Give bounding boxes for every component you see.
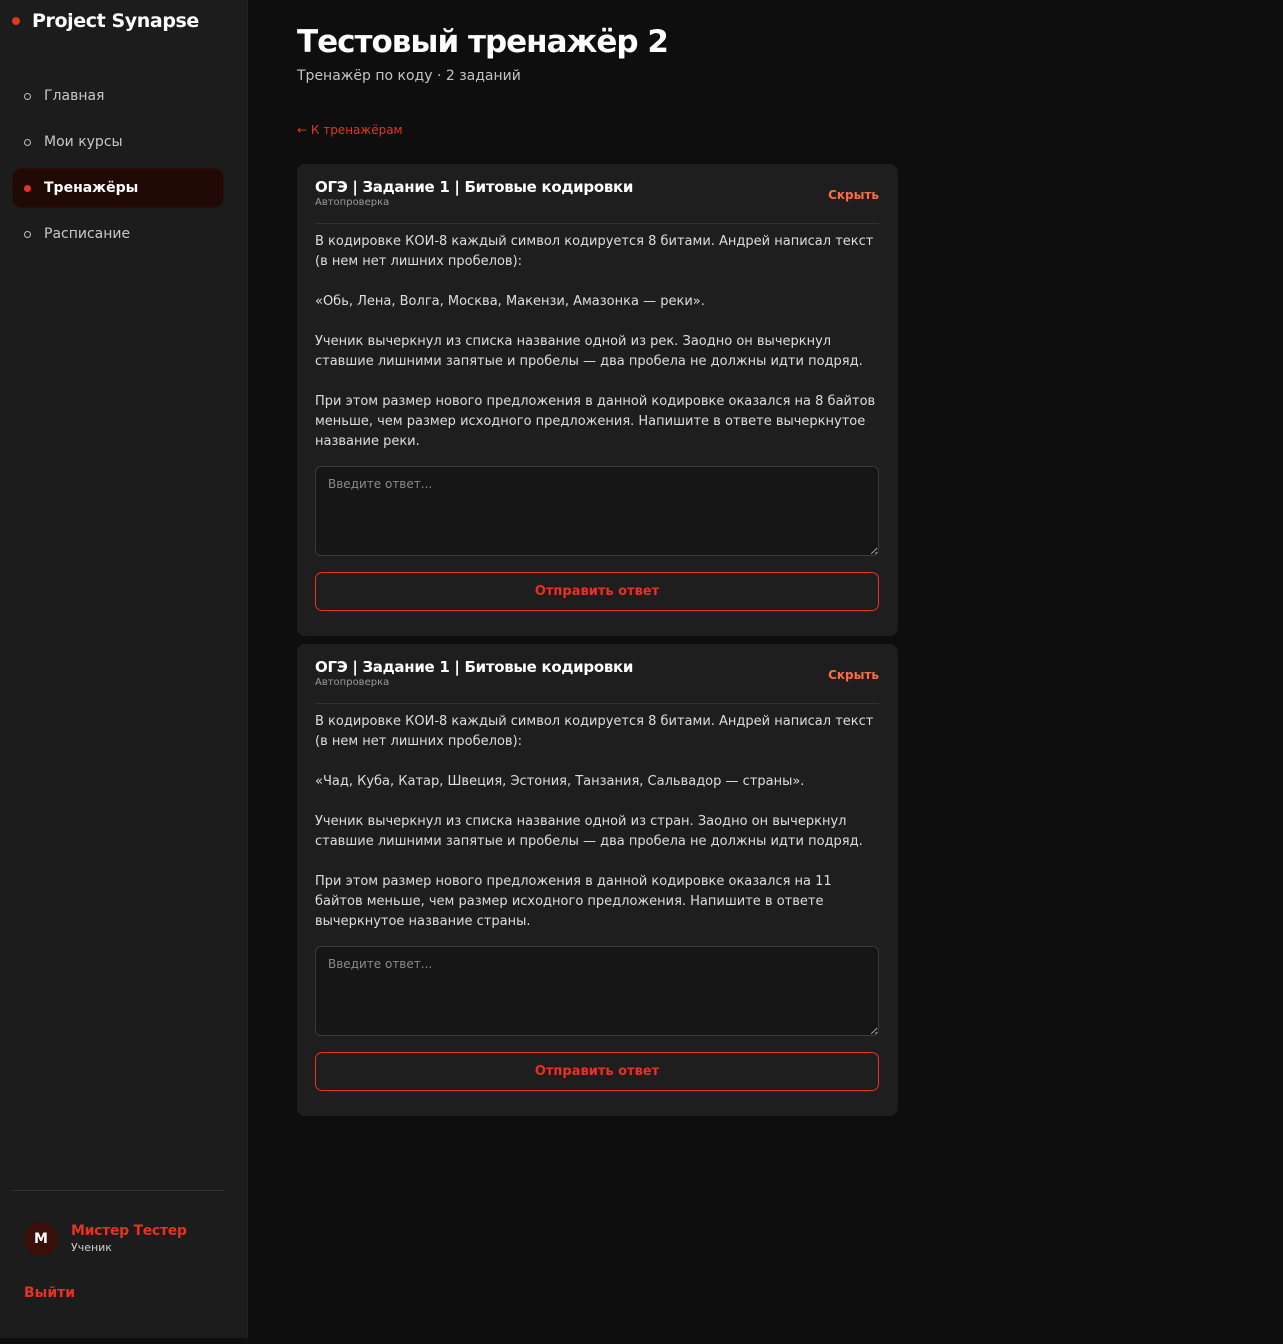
sidebar-item-my-courses[interactable]: Мои курсы: [12, 122, 224, 162]
main-content: Тестовый тренажёр 2 Тренажёр по коду · 2…: [297, 0, 898, 1116]
answer-input[interactable]: [315, 946, 879, 1036]
task-paragraph: При этом размер нового предложения в дан…: [315, 874, 832, 929]
sidebar-item-schedule[interactable]: Расписание: [12, 214, 224, 254]
task-text: В кодировке КОИ-8 каждый символ кодирует…: [315, 232, 879, 452]
bullet-icon: [24, 92, 31, 100]
user-role: Ученик: [71, 1241, 112, 1254]
page-subtitle: Тренажёр по коду · 2 заданий: [297, 68, 521, 84]
task-card: ОГЭ | Задание 1 | Битовые кодировки Авто…: [297, 164, 898, 636]
task-paragraph: Ученик вычеркнул из списка название одно…: [315, 814, 863, 849]
task-paragraph: Ученик вычеркнул из списка название одно…: [315, 334, 863, 369]
sidebar-divider: [12, 1190, 224, 1191]
hide-task-button[interactable]: Скрыть: [828, 188, 879, 202]
sidebar-item-label: Тренажёры: [44, 180, 139, 196]
task-card: ОГЭ | Задание 1 | Битовые кодировки Авто…: [297, 644, 898, 1116]
user-info: Мистер Тестер Ученик: [71, 1222, 187, 1256]
sidebar-item-label: Главная: [44, 88, 105, 104]
sidebar: Project Synapse Главная Мои курсы Тренаж…: [0, 0, 248, 1338]
task-heading: ОГЭ | Задание 1 | Битовые кодировки Авто…: [315, 658, 633, 690]
task-check-type: Автопроверка: [315, 197, 390, 208]
sidebar-item-home[interactable]: Главная: [12, 76, 224, 116]
task-paragraph: В кодировке КОИ-8 каждый символ кодирует…: [315, 234, 874, 269]
task-card-header: ОГЭ | Задание 1 | Битовые кодировки Авто…: [315, 658, 879, 690]
page-title: Тестовый тренажёр 2: [297, 24, 669, 60]
sidebar-item-label: Расписание: [44, 226, 131, 242]
task-paragraph: При этом размер нового предложения в дан…: [315, 394, 876, 449]
brand-dot-icon: [12, 17, 20, 25]
brand[interactable]: Project Synapse: [12, 10, 199, 32]
task-divider: [315, 223, 879, 224]
sidebar-item-label: Мои курсы: [44, 134, 123, 150]
task-card-header: ОГЭ | Задание 1 | Битовые кодировки Авто…: [315, 178, 879, 210]
task-title: ОГЭ | Задание 1 | Битовые кодировки: [315, 658, 634, 676]
brand-name: Project Synapse: [32, 10, 199, 32]
sidebar-nav: Главная Мои курсы Тренажёры Расписание: [12, 76, 224, 260]
task-paragraph: В кодировке КОИ-8 каждый символ кодирует…: [315, 714, 874, 749]
bullet-icon: [24, 230, 31, 238]
task-heading: ОГЭ | Задание 1 | Битовые кодировки Авто…: [315, 178, 633, 210]
task-title: ОГЭ | Задание 1 | Битовые кодировки: [315, 178, 634, 196]
task-divider: [315, 703, 879, 704]
bullet-icon: [24, 138, 31, 146]
sidebar-item-trainers[interactable]: Тренажёры: [12, 168, 224, 208]
back-to-trainers-link[interactable]: ← К тренажёрам: [297, 123, 403, 137]
submit-answer-button[interactable]: Отправить ответ: [315, 572, 879, 611]
bullet-icon: [24, 184, 31, 192]
logout-button[interactable]: Выйти: [24, 1285, 75, 1301]
task-text: В кодировке КОИ-8 каждый символ кодирует…: [315, 712, 879, 932]
avatar: М: [24, 1222, 58, 1256]
task-paragraph: «Обь, Лена, Волга, Москва, Макензи, Амаз…: [315, 294, 705, 309]
submit-answer-button[interactable]: Отправить ответ: [315, 1052, 879, 1091]
answer-input[interactable]: [315, 466, 879, 556]
task-check-type: Автопроверка: [315, 677, 390, 688]
hide-task-button[interactable]: Скрыть: [828, 668, 879, 682]
task-paragraph: «Чад, Куба, Катар, Швеция, Эстония, Танз…: [315, 774, 805, 789]
user-profile[interactable]: М Мистер Тестер Ученик: [24, 1222, 187, 1256]
user-name: Мистер Тестер: [71, 1223, 187, 1239]
